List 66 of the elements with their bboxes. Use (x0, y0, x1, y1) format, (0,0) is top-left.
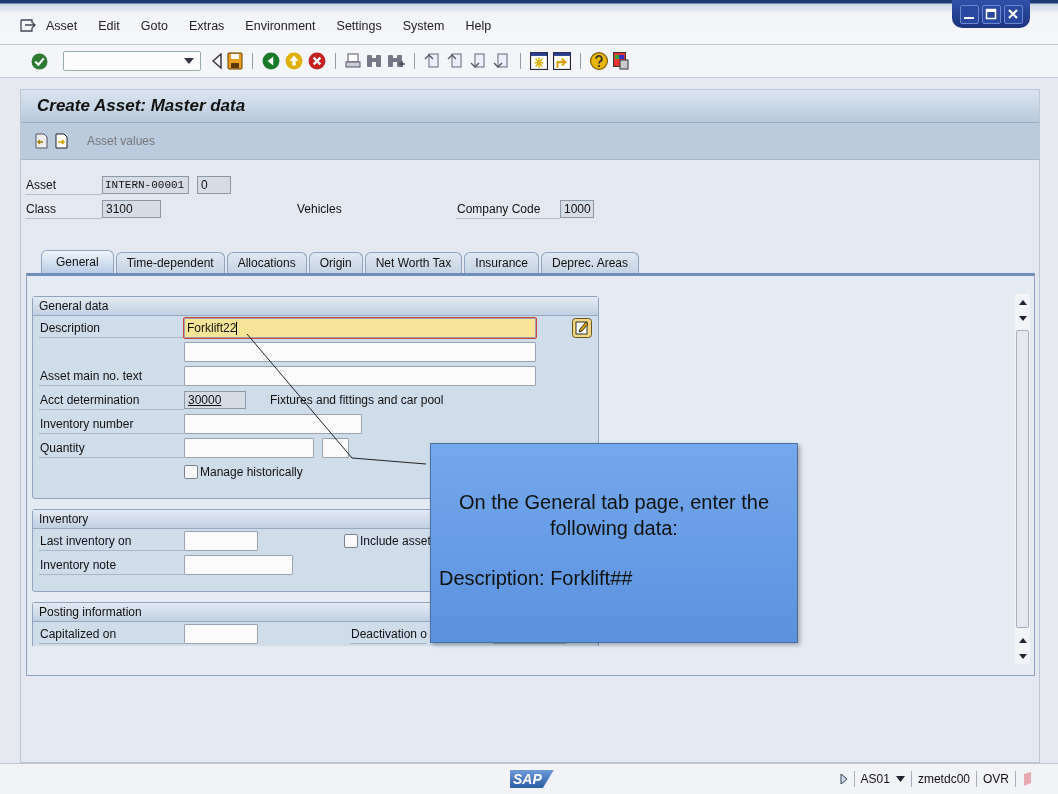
company-code-field[interactable]: 1000 (560, 200, 594, 218)
document-icon[interactable] (35, 133, 48, 149)
back-triangle-icon[interactable] (212, 53, 222, 69)
sap-logo: SAP (510, 770, 554, 788)
inventory-number-field[interactable] (184, 414, 362, 434)
tab[interactable]: Insurance (464, 252, 539, 273)
checkbox[interactable] (344, 534, 358, 548)
print-icon[interactable] (345, 53, 361, 69)
menu-item[interactable]: Goto (140, 19, 168, 33)
check-icon[interactable] (31, 52, 48, 70)
input-mode: OVR (983, 772, 1009, 786)
description-field[interactable]: Forklift22 (184, 318, 536, 338)
menu-item[interactable]: Settings (336, 19, 382, 33)
checkbox-label: Include asset (360, 534, 431, 548)
dropdown-icon[interactable] (895, 776, 905, 782)
tab[interactable]: Net Worth Tax (364, 252, 463, 273)
inventory-note-field[interactable] (184, 555, 293, 575)
page-arrow-icon[interactable] (447, 53, 465, 69)
menu-item[interactable]: Help (465, 19, 492, 33)
shortcut-icon[interactable] (553, 52, 571, 70)
new-session-icon[interactable] (530, 52, 548, 70)
menu-item[interactable]: System (402, 19, 445, 33)
page-arrow-icon[interactable] (424, 53, 442, 69)
back-icon[interactable] (262, 52, 280, 70)
callout-detail: Description: Forklift## (439, 567, 634, 590)
server-name: zmetdc00 (917, 772, 970, 786)
menu-item[interactable]: Environment (245, 19, 316, 33)
tab[interactable]: Allocations (226, 252, 307, 273)
date-field[interactable] (184, 531, 258, 551)
screen-title: Create Asset: Master data (37, 96, 246, 116)
page-arrow-icon[interactable] (470, 53, 488, 69)
cancel-icon[interactable] (308, 52, 326, 70)
text-field[interactable] (184, 366, 536, 386)
menu-item[interactable]: Edit (98, 19, 120, 33)
class-field[interactable]: 3100 (102, 200, 161, 218)
field-label: Deactivation o (350, 624, 428, 644)
acct-determination-field[interactable]: 30000 (184, 391, 246, 409)
edit-icon[interactable] (572, 318, 592, 338)
document-arrow-icon[interactable] (55, 133, 68, 149)
asset-number-field[interactable]: INTERN-00001 (102, 176, 189, 194)
transaction-code: AS01 (860, 772, 890, 786)
dropdown-icon[interactable] (184, 58, 194, 64)
quantity-field[interactable] (184, 438, 314, 458)
tab[interactable]: Time-dependent (115, 252, 225, 273)
scroll-thumb[interactable] (1016, 330, 1029, 628)
date-field[interactable] (184, 624, 258, 644)
checkbox[interactable] (184, 465, 198, 479)
acct-determination-text: Fixtures and fittings and car pool (270, 393, 444, 407)
help-icon[interactable] (590, 52, 608, 70)
menu-item[interactable]: Extras (188, 19, 225, 33)
command-field[interactable] (63, 51, 201, 71)
group-header: General data (33, 297, 598, 316)
layout-icon[interactable] (613, 52, 629, 70)
unit-field[interactable] (322, 438, 349, 458)
save-icon[interactable] (227, 52, 243, 70)
menu-item[interactable]: Asset (46, 19, 78, 33)
sub-number-field[interactable]: 0 (197, 176, 231, 194)
play-icon[interactable] (839, 773, 848, 785)
description-line-field[interactable] (184, 342, 536, 362)
tab[interactable]: Deprec. Areas (541, 252, 640, 273)
scrollbar[interactable] (1015, 294, 1030, 664)
tab[interactable]: Origin (308, 252, 363, 273)
page-arrow-icon[interactable] (493, 53, 511, 69)
class-description: Vehicles (296, 202, 343, 216)
tab[interactable]: General (41, 250, 114, 273)
checkbox-label: Manage historically (200, 465, 303, 479)
